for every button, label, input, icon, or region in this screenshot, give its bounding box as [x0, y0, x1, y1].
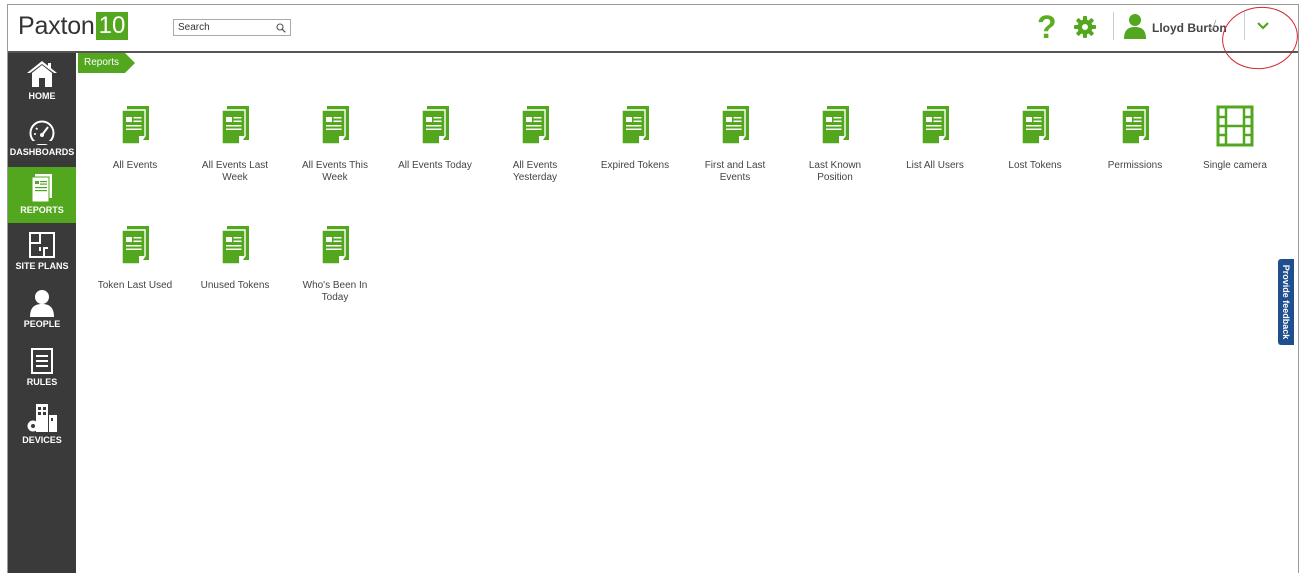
report-icon [119, 105, 151, 149]
sidebar-item-site-plans[interactable]: SITE PLANS [8, 231, 76, 281]
report-icon [419, 105, 451, 149]
menu-chevron-down-icon[interactable] [1256, 18, 1270, 37]
search-icon[interactable] [276, 22, 286, 33]
site-plan-icon [29, 232, 55, 258]
report-tile[interactable]: Lost Tokens [990, 105, 1080, 172]
sidebar-item-rules[interactable]: RULES [8, 347, 76, 397]
settings-gear-icon[interactable] [1073, 15, 1097, 44]
rules-list-icon [31, 348, 53, 374]
sidebar-item-label: DEVICES [22, 435, 62, 445]
report-label: List All Users [906, 160, 964, 171]
report-label: Single camera [1203, 160, 1267, 171]
sidebar-item-dashboards[interactable]: DASHBOARDS [8, 119, 76, 167]
report-icon [519, 105, 551, 149]
report-icon [119, 225, 151, 269]
report-tile[interactable]: All Events This Week [290, 105, 380, 184]
report-icon [319, 225, 351, 269]
report-tile[interactable]: All Events [90, 105, 180, 172]
report-tile[interactable]: Token Last Used [90, 225, 180, 292]
report-label: All Events Yesterday [512, 160, 558, 183]
sidebar-item-label: SITE PLANS [15, 261, 69, 271]
user-avatar-icon[interactable] [1123, 13, 1147, 44]
sidebar-item-label: REPORTS [20, 205, 64, 215]
home-icon [27, 61, 57, 87]
report-icon [1119, 105, 1151, 149]
logo-number: 10 [95, 12, 129, 40]
report-label: All Events [112, 160, 158, 171]
report-icon [319, 105, 351, 149]
report-label: Unused Tokens [200, 280, 270, 291]
report-icon [619, 105, 651, 149]
sidebar-item-label: DASHBOARDS [9, 147, 75, 157]
report-icon [1019, 105, 1051, 149]
report-label: Who's Been In Today [302, 280, 368, 303]
provide-feedback-tab[interactable]: Provide feedback [1278, 259, 1294, 345]
report-label: All Events Last Week [201, 160, 269, 183]
report-icon [219, 105, 251, 149]
report-icon [919, 105, 951, 149]
sidebar-item-home[interactable]: HOME [8, 59, 76, 109]
report-label: Last Known Position [808, 160, 862, 183]
user-chevron-icon[interactable] [1207, 18, 1217, 35]
logo-text: Paxton [18, 12, 95, 40]
report-icon [31, 174, 52, 203]
report-tile[interactable]: First and Last Events [690, 105, 780, 184]
film-strip-icon [1215, 105, 1255, 149]
report-tile[interactable]: All Events Today [390, 105, 480, 172]
report-label: All Events Today [398, 160, 472, 171]
report-label: Lost Tokens [1008, 160, 1062, 171]
search-input[interactable]: Search [173, 19, 291, 36]
provide-feedback-label: Provide feedback [1281, 264, 1291, 340]
report-tile[interactable]: Last Known Position [790, 105, 880, 184]
header-divider [1113, 12, 1114, 40]
sidebar-item-devices[interactable]: DEVICES [8, 403, 76, 453]
breadcrumb-reports[interactable]: Reports [78, 53, 126, 73]
report-label: First and Last Events [704, 160, 766, 183]
report-icon [819, 105, 851, 149]
dashboard-gauge-icon [29, 120, 55, 145]
report-tile[interactable]: Expired Tokens [590, 105, 680, 172]
sidebar-item-label: RULES [26, 377, 58, 387]
report-label: Expired Tokens [600, 160, 670, 171]
sidebar-item-label: PEOPLE [23, 319, 61, 329]
sidebar-item-label: HOME [28, 91, 56, 101]
report-tile[interactable]: Permissions [1090, 105, 1180, 172]
report-tile[interactable]: Single camera [1190, 105, 1280, 172]
paxton-logo[interactable]: Paxton 10 [18, 11, 129, 41]
header-divider-2 [1244, 12, 1245, 40]
report-label: All Events This Week [302, 160, 368, 183]
sidebar: HOME DASHBOARDS REPORTS SITE PLANS PEOPL… [8, 53, 76, 573]
sidebar-item-reports[interactable]: REPORTS [8, 167, 76, 223]
search-placeholder: Search [178, 22, 210, 33]
report-tile[interactable]: List All Users [890, 105, 980, 172]
breadcrumb-arrow [125, 53, 136, 73]
report-tile[interactable]: All Events Yesterday [490, 105, 580, 184]
report-tile[interactable]: Who's Been In Today [290, 225, 380, 304]
report-icon [719, 105, 751, 149]
header-divider-line [8, 51, 1298, 53]
report-tile[interactable]: Unused Tokens [190, 225, 280, 292]
person-icon [30, 290, 54, 317]
devices-building-icon [27, 404, 57, 432]
sidebar-item-people[interactable]: PEOPLE [8, 289, 76, 339]
breadcrumb: Reports [78, 53, 136, 73]
report-label: Token Last Used [97, 280, 173, 291]
help-icon[interactable]: ? [1037, 10, 1057, 44]
report-tile[interactable]: All Events Last Week [190, 105, 280, 184]
report-label: Permissions [1107, 160, 1163, 171]
report-icon [219, 225, 251, 269]
